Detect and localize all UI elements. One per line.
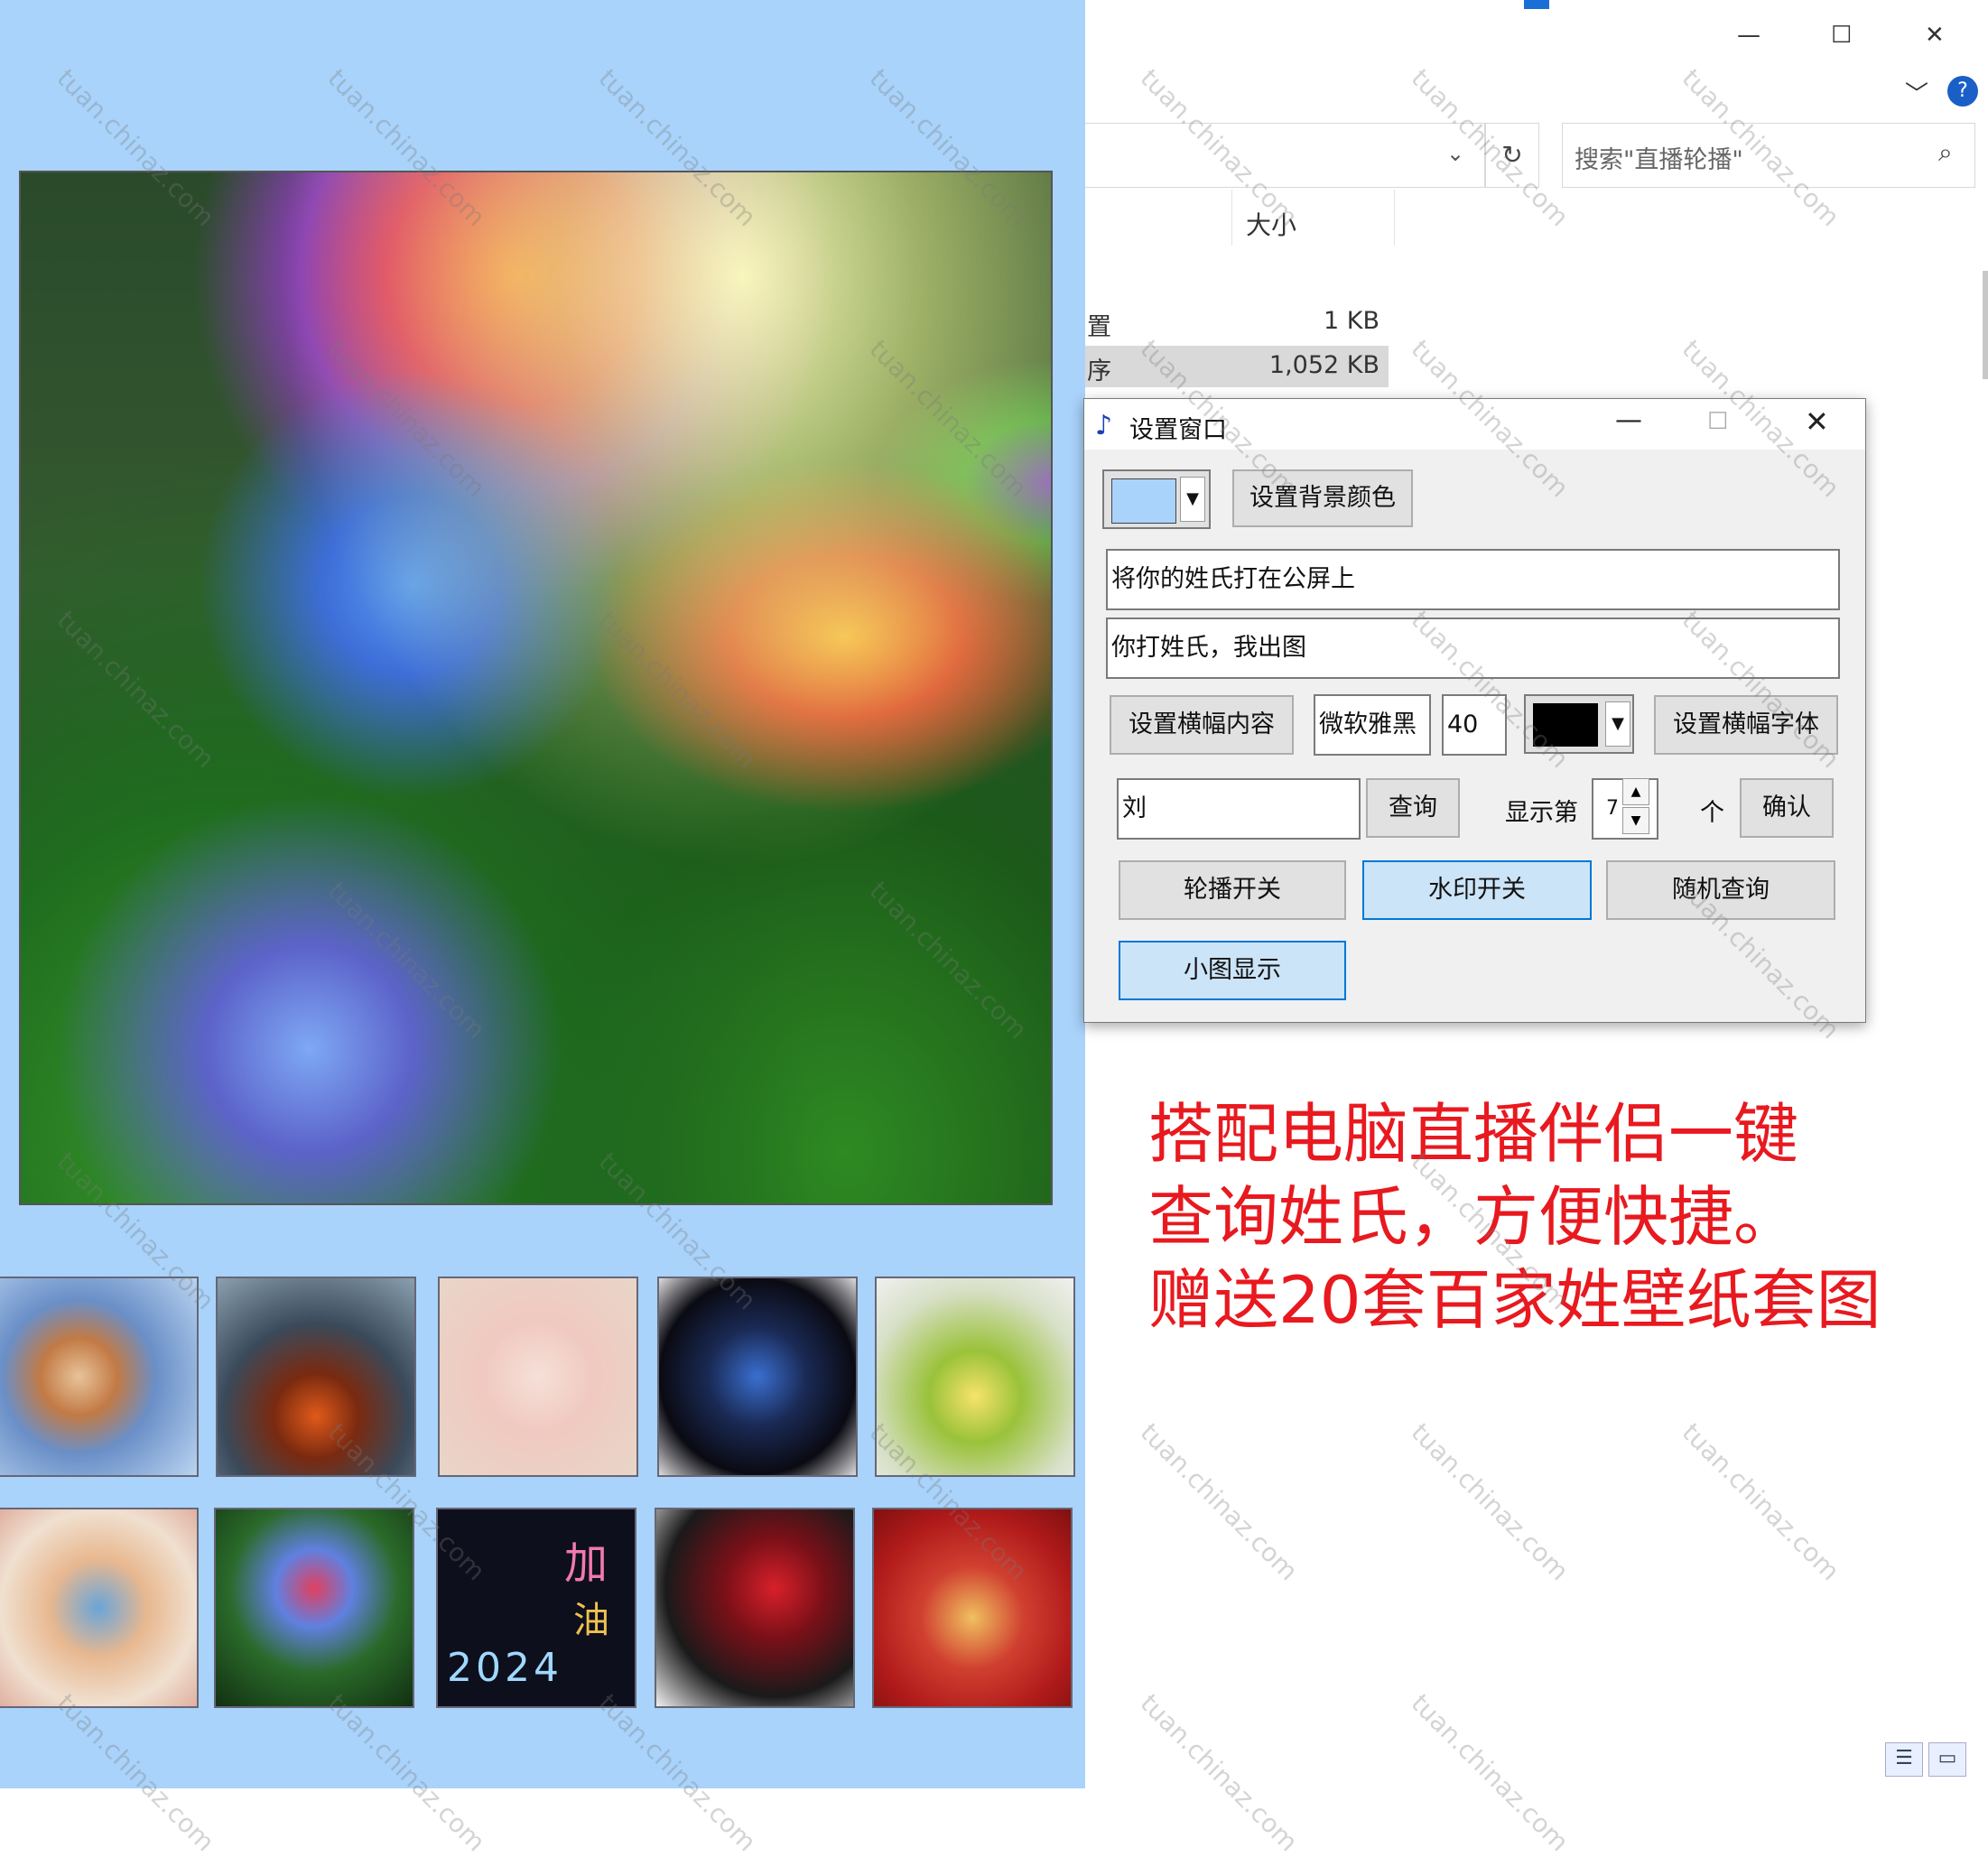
minimize-icon[interactable]: — (1737, 22, 1760, 49)
large-icons-view-icon[interactable]: ▭ (1928, 1742, 1966, 1777)
spin-down-icon[interactable]: ▼ (1622, 807, 1649, 834)
file-name: 置 (1087, 313, 1111, 341)
confirm-button[interactable]: 确认 (1740, 778, 1834, 838)
column-divider (1231, 190, 1232, 246)
promo-text: 搭配电脑直播伴侣一键 查询姓氏，方便快捷。 赠送20套百家姓壁纸套图 (1148, 1092, 1881, 1342)
thumbnail[interactable] (0, 1508, 199, 1708)
background-color-picker[interactable]: ▼ (1102, 469, 1211, 529)
file-row[interactable]: 置 1 KB (1085, 302, 1389, 343)
preview-panel: 加 油 2024 (0, 0, 1085, 1788)
file-row[interactable]: 序 1,052 KB (1085, 346, 1389, 387)
file-name: 序 (1087, 357, 1111, 385)
search-icon[interactable]: ⌕ (1938, 137, 1953, 168)
close-icon[interactable]: ✕ (1925, 22, 1945, 49)
address-bar[interactable] (1085, 123, 1485, 188)
unit-label: 个 (1700, 799, 1724, 827)
spin-up-icon[interactable]: ▲ (1622, 778, 1649, 805)
thumbnail[interactable] (657, 1277, 858, 1477)
search-placeholder: 搜索"直播轮播" (1575, 146, 1743, 174)
help-icon[interactable]: ? (1947, 76, 1978, 107)
main-wallpaper-image (19, 171, 1053, 1205)
chevron-down-icon[interactable]: ﹀ (1905, 76, 1928, 109)
thumbnail[interactable] (216, 1277, 416, 1477)
column-divider (1394, 190, 1395, 246)
details-view-icon[interactable]: ☰ (1885, 1742, 1923, 1777)
thumbnail[interactable] (0, 1277, 199, 1477)
close-icon[interactable]: ✕ (1805, 404, 1829, 439)
chevron-down-icon[interactable]: ⌄ (1446, 141, 1464, 166)
text-input-1[interactable]: 将你的姓氏打在公屏上 (1106, 549, 1840, 610)
maximize-icon: ☐ (1707, 408, 1729, 435)
scrollbar[interactable] (1983, 271, 1988, 379)
small-display-button[interactable]: 小图显示 (1119, 941, 1346, 1000)
set-banner-content-button[interactable]: 设置横幅内容 (1110, 695, 1294, 755)
file-size: 1,052 KB (1268, 351, 1380, 379)
font-name-field[interactable]: 微软雅黑 (1314, 694, 1431, 756)
file-size: 1 KB (1324, 307, 1380, 335)
view-switcher: ☰ ▭ (1885, 1742, 1972, 1777)
thumbnail-caption: 油 (573, 1600, 609, 1641)
thumbnail[interactable] (655, 1508, 855, 1708)
thumbnail[interactable] (438, 1277, 638, 1477)
music-note-icon: ♪ (1095, 410, 1113, 441)
taskbar-accent (1524, 0, 1549, 9)
dropdown-arrow-icon[interactable]: ▼ (1180, 477, 1205, 522)
query-button[interactable]: 查询 (1366, 778, 1460, 838)
carousel-toggle-button[interactable]: 轮播开关 (1119, 860, 1346, 920)
minimize-icon[interactable]: — (1615, 404, 1642, 436)
thumbnail-caption: 加 (564, 1538, 608, 1589)
thumbnail-caption: 2024 (447, 1645, 562, 1691)
show-nth-label: 显示第 (1505, 799, 1578, 827)
thumbnail[interactable] (214, 1508, 414, 1708)
watermark-toggle-button[interactable]: 水印开关 (1362, 860, 1592, 920)
dropdown-arrow-icon[interactable]: ▼ (1605, 701, 1630, 747)
surname-input[interactable]: 刘 (1117, 778, 1361, 840)
maximize-icon[interactable]: ☐ (1831, 22, 1852, 49)
thumbnail[interactable]: 加 油 2024 (436, 1508, 636, 1708)
color-swatch (1111, 478, 1176, 524)
promo-line: 搭配电脑直播伴侣一键 (1148, 1096, 1799, 1172)
